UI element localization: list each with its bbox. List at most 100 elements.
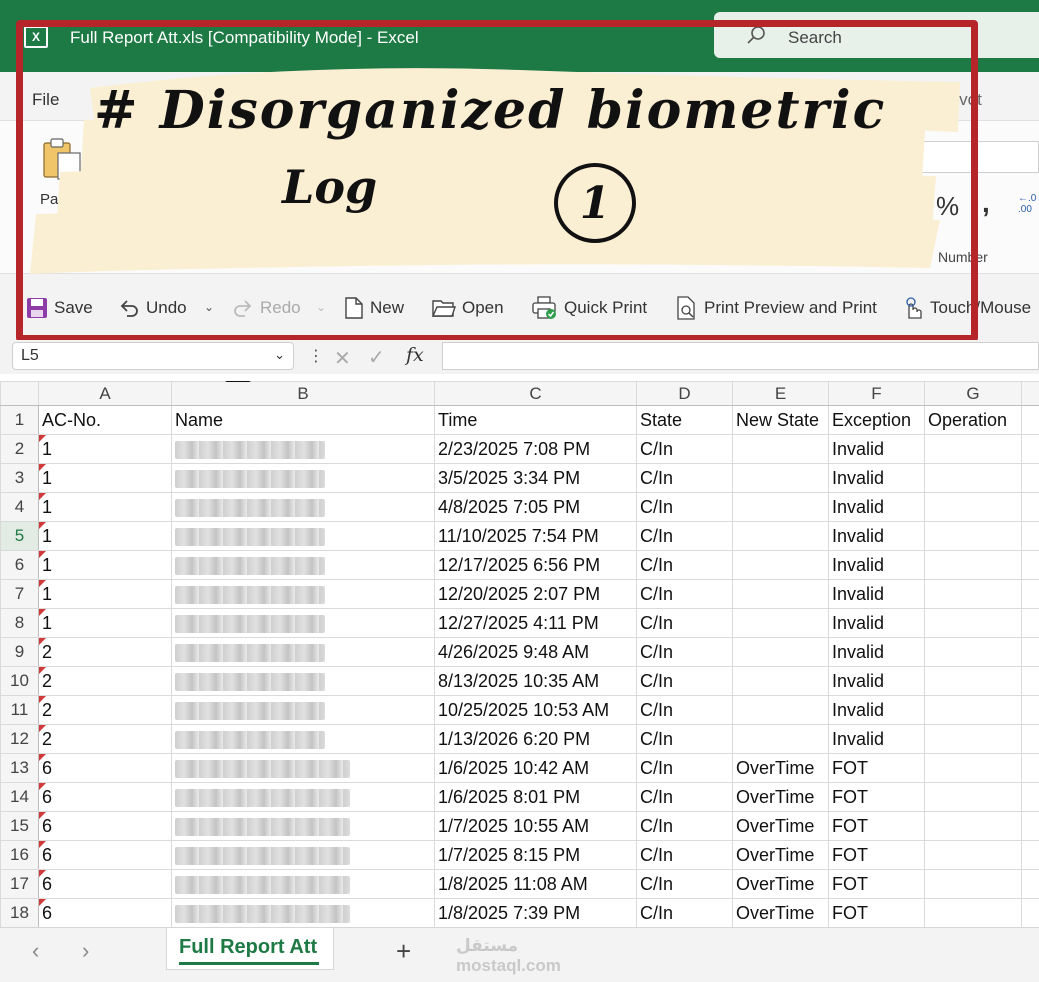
cell-new-state[interactable]: OverTime <box>732 753 829 783</box>
cell-exception[interactable]: FOT <box>828 782 925 812</box>
row-header[interactable]: 15 <box>0 811 39 841</box>
cell-operation[interactable] <box>924 608 1022 638</box>
more-options-icon[interactable]: ⋮ <box>308 346 324 366</box>
cell-new-state[interactable] <box>732 550 829 580</box>
cell-state[interactable]: C/In <box>636 608 733 638</box>
cell-time[interactable]: 1/8/2025 11:08 AM <box>434 869 637 899</box>
cell-name-redacted[interactable] <box>171 840 435 870</box>
cell-ac-no[interactable]: 1 <box>38 434 172 464</box>
cell-new-state[interactable] <box>732 637 829 667</box>
cell-state[interactable]: C/In <box>636 840 733 870</box>
cell-name-redacted[interactable] <box>171 782 435 812</box>
percent-style-icon[interactable]: % <box>936 191 959 222</box>
cell-ac-no[interactable]: 6 <box>38 840 172 870</box>
cell-operation[interactable] <box>924 753 1022 783</box>
row-header[interactable]: 16 <box>0 840 39 870</box>
empty-cell[interactable] <box>1021 782 1039 812</box>
header-new-state[interactable]: New State <box>732 405 829 435</box>
cell-state[interactable]: C/In <box>636 463 733 493</box>
cell-operation[interactable] <box>924 492 1022 522</box>
cell-name-redacted[interactable] <box>171 637 435 667</box>
cell-state[interactable]: C/In <box>636 579 733 609</box>
row-header[interactable]: 1 <box>0 405 39 435</box>
cell-ac-no[interactable]: 6 <box>38 811 172 841</box>
cell-new-state[interactable]: OverTime <box>732 811 829 841</box>
empty-cell[interactable] <box>1021 434 1039 464</box>
cell-exception[interactable]: Invalid <box>828 463 925 493</box>
empty-cell[interactable] <box>1021 637 1039 667</box>
row-header[interactable]: 18 <box>0 898 39 928</box>
cell-ac-no[interactable]: 6 <box>38 753 172 783</box>
empty-cell[interactable] <box>1021 724 1039 754</box>
cell-name-redacted[interactable] <box>171 898 435 928</box>
confirm-entry-icon[interactable]: ✓ <box>368 345 385 370</box>
cell-operation[interactable] <box>924 666 1022 696</box>
column-header-a[interactable]: A <box>38 381 172 406</box>
empty-cell[interactable] <box>1021 492 1039 522</box>
cell-name-redacted[interactable] <box>171 695 435 725</box>
column-header-f[interactable]: F <box>828 381 925 406</box>
cell-exception[interactable]: Invalid <box>828 695 925 725</box>
cell-state[interactable]: C/In <box>636 521 733 551</box>
cell-new-state[interactable] <box>732 695 829 725</box>
row-header[interactable]: 7 <box>0 579 39 609</box>
cell-operation[interactable] <box>924 637 1022 667</box>
empty-cell[interactable] <box>1021 521 1039 551</box>
cell-name-redacted[interactable] <box>171 550 435 580</box>
row-header[interactable]: 11 <box>0 695 39 725</box>
previous-sheet-icon[interactable]: ‹ <box>32 938 39 964</box>
touch-mouse-mode-button[interactable]: Touch/Mouse <box>902 296 1031 320</box>
insert-function-icon[interactable]: fx <box>406 344 424 366</box>
cell-time[interactable]: 1/8/2025 7:39 PM <box>434 898 637 928</box>
cell-operation[interactable] <box>924 898 1022 928</box>
cell-state[interactable]: C/In <box>636 550 733 580</box>
empty-cell[interactable] <box>1021 405 1039 435</box>
cell-state[interactable]: C/In <box>636 753 733 783</box>
cell-state[interactable]: C/In <box>636 434 733 464</box>
cell-time[interactable]: 12/27/2025 4:11 PM <box>434 608 637 638</box>
select-all-corner[interactable] <box>0 381 39 406</box>
cell-name-redacted[interactable] <box>171 608 435 638</box>
formula-input[interactable] <box>442 342 1039 370</box>
cell-state[interactable]: C/In <box>636 666 733 696</box>
cell-time[interactable]: 11/10/2025 7:54 PM <box>434 521 637 551</box>
empty-cell[interactable] <box>1021 869 1039 899</box>
empty-cell[interactable] <box>1021 898 1039 928</box>
empty-cell[interactable] <box>1021 463 1039 493</box>
cell-exception[interactable]: Invalid <box>828 666 925 696</box>
cell-ac-no[interactable]: 1 <box>38 608 172 638</box>
column-header-g[interactable]: G <box>924 381 1022 406</box>
empty-cell[interactable] <box>1021 666 1039 696</box>
column-header-e[interactable]: E <box>732 381 829 406</box>
name-box[interactable]: L5 ⌄ <box>12 342 294 370</box>
cell-time[interactable]: 4/26/2025 9:48 AM <box>434 637 637 667</box>
increase-decimal-icon[interactable]: ←.0.00 <box>1018 193 1039 215</box>
search-box[interactable]: Search <box>714 12 1039 58</box>
print-preview-button[interactable]: Print Preview and Print <box>676 296 877 320</box>
header-state[interactable]: State <box>636 405 733 435</box>
cell-exception[interactable]: Invalid <box>828 579 925 609</box>
tab-file[interactable]: File <box>32 90 59 110</box>
cell-operation[interactable] <box>924 811 1022 841</box>
cell-state[interactable]: C/In <box>636 492 733 522</box>
comma-style-icon[interactable]: , <box>982 187 990 219</box>
undo-dropdown-chevron-icon[interactable]: ⌄ <box>204 300 214 314</box>
redo-dropdown-chevron-icon[interactable]: ⌄ <box>316 300 326 314</box>
empty-cell[interactable] <box>1021 753 1039 783</box>
cell-state[interactable]: C/In <box>636 695 733 725</box>
row-header[interactable]: 13 <box>0 753 39 783</box>
redo-button[interactable]: Redo <box>232 296 301 320</box>
header-time[interactable]: Time <box>434 405 637 435</box>
header-exception[interactable]: Exception <box>828 405 925 435</box>
cell-exception[interactable]: FOT <box>828 753 925 783</box>
cell-new-state[interactable] <box>732 521 829 551</box>
cell-time[interactable]: 4/8/2025 7:05 PM <box>434 492 637 522</box>
cell-operation[interactable] <box>924 521 1022 551</box>
row-header[interactable]: 12 <box>0 724 39 754</box>
save-button[interactable]: Save <box>26 296 93 320</box>
cell-name-redacted[interactable] <box>171 811 435 841</box>
cell-time[interactable]: 3/5/2025 3:34 PM <box>434 463 637 493</box>
cell-new-state[interactable] <box>732 492 829 522</box>
row-header[interactable]: 5 <box>0 521 39 551</box>
row-header[interactable]: 6 <box>0 550 39 580</box>
